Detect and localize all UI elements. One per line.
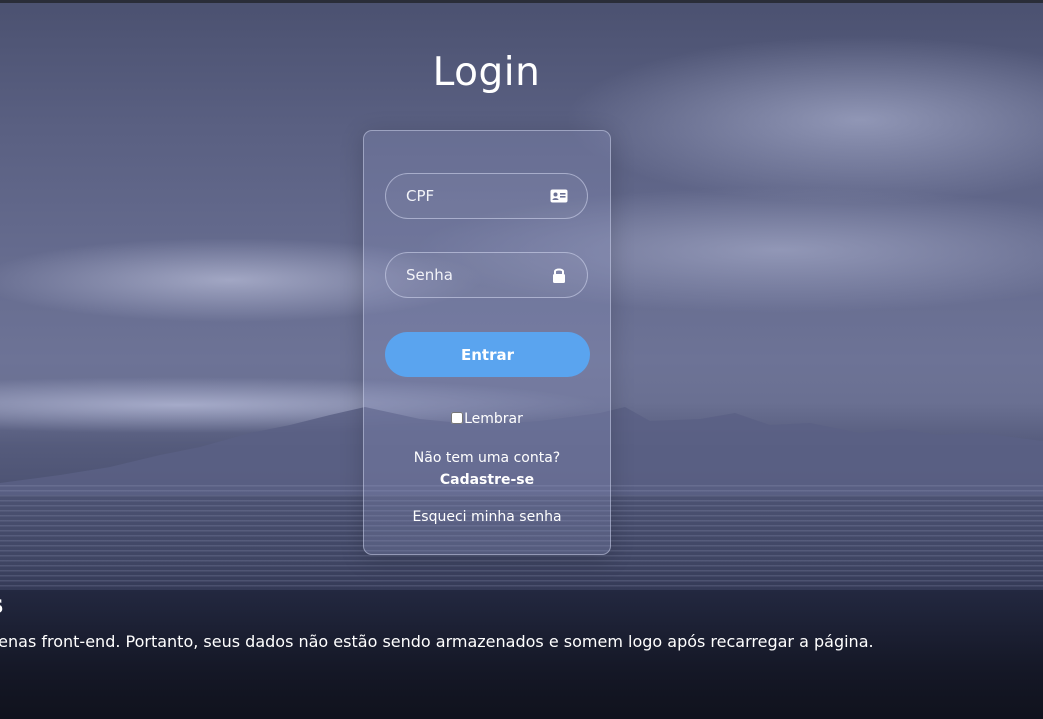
beach	[0, 590, 1043, 719]
page-title: Login	[432, 50, 541, 95]
cpf-field	[385, 173, 588, 219]
entrar-button[interactable]: Entrar	[385, 332, 590, 377]
remember-checkbox[interactable]	[451, 412, 464, 424]
id-card-icon	[550, 189, 568, 203]
senha-field	[385, 252, 588, 298]
notice-heading: s	[0, 588, 3, 622]
cpf-input[interactable]	[386, 174, 566, 217]
lock-icon	[553, 268, 565, 283]
no-account-text: Não tem uma conta?	[413, 450, 561, 466]
notice-text: penas front-end. Portanto, seus dados nã…	[0, 632, 874, 651]
signup-link[interactable]: Cadastre-se	[364, 472, 610, 488]
senha-input[interactable]	[386, 253, 566, 296]
remember-option[interactable]: Lembrar	[364, 411, 610, 427]
forgot-password-link[interactable]: Esqueci minha senha	[364, 509, 610, 525]
remember-label: Lembrar	[464, 411, 523, 427]
login-card: Entrar Lembrar Não tem uma conta? Cadast…	[363, 130, 611, 555]
top-strip	[0, 0, 1043, 3]
